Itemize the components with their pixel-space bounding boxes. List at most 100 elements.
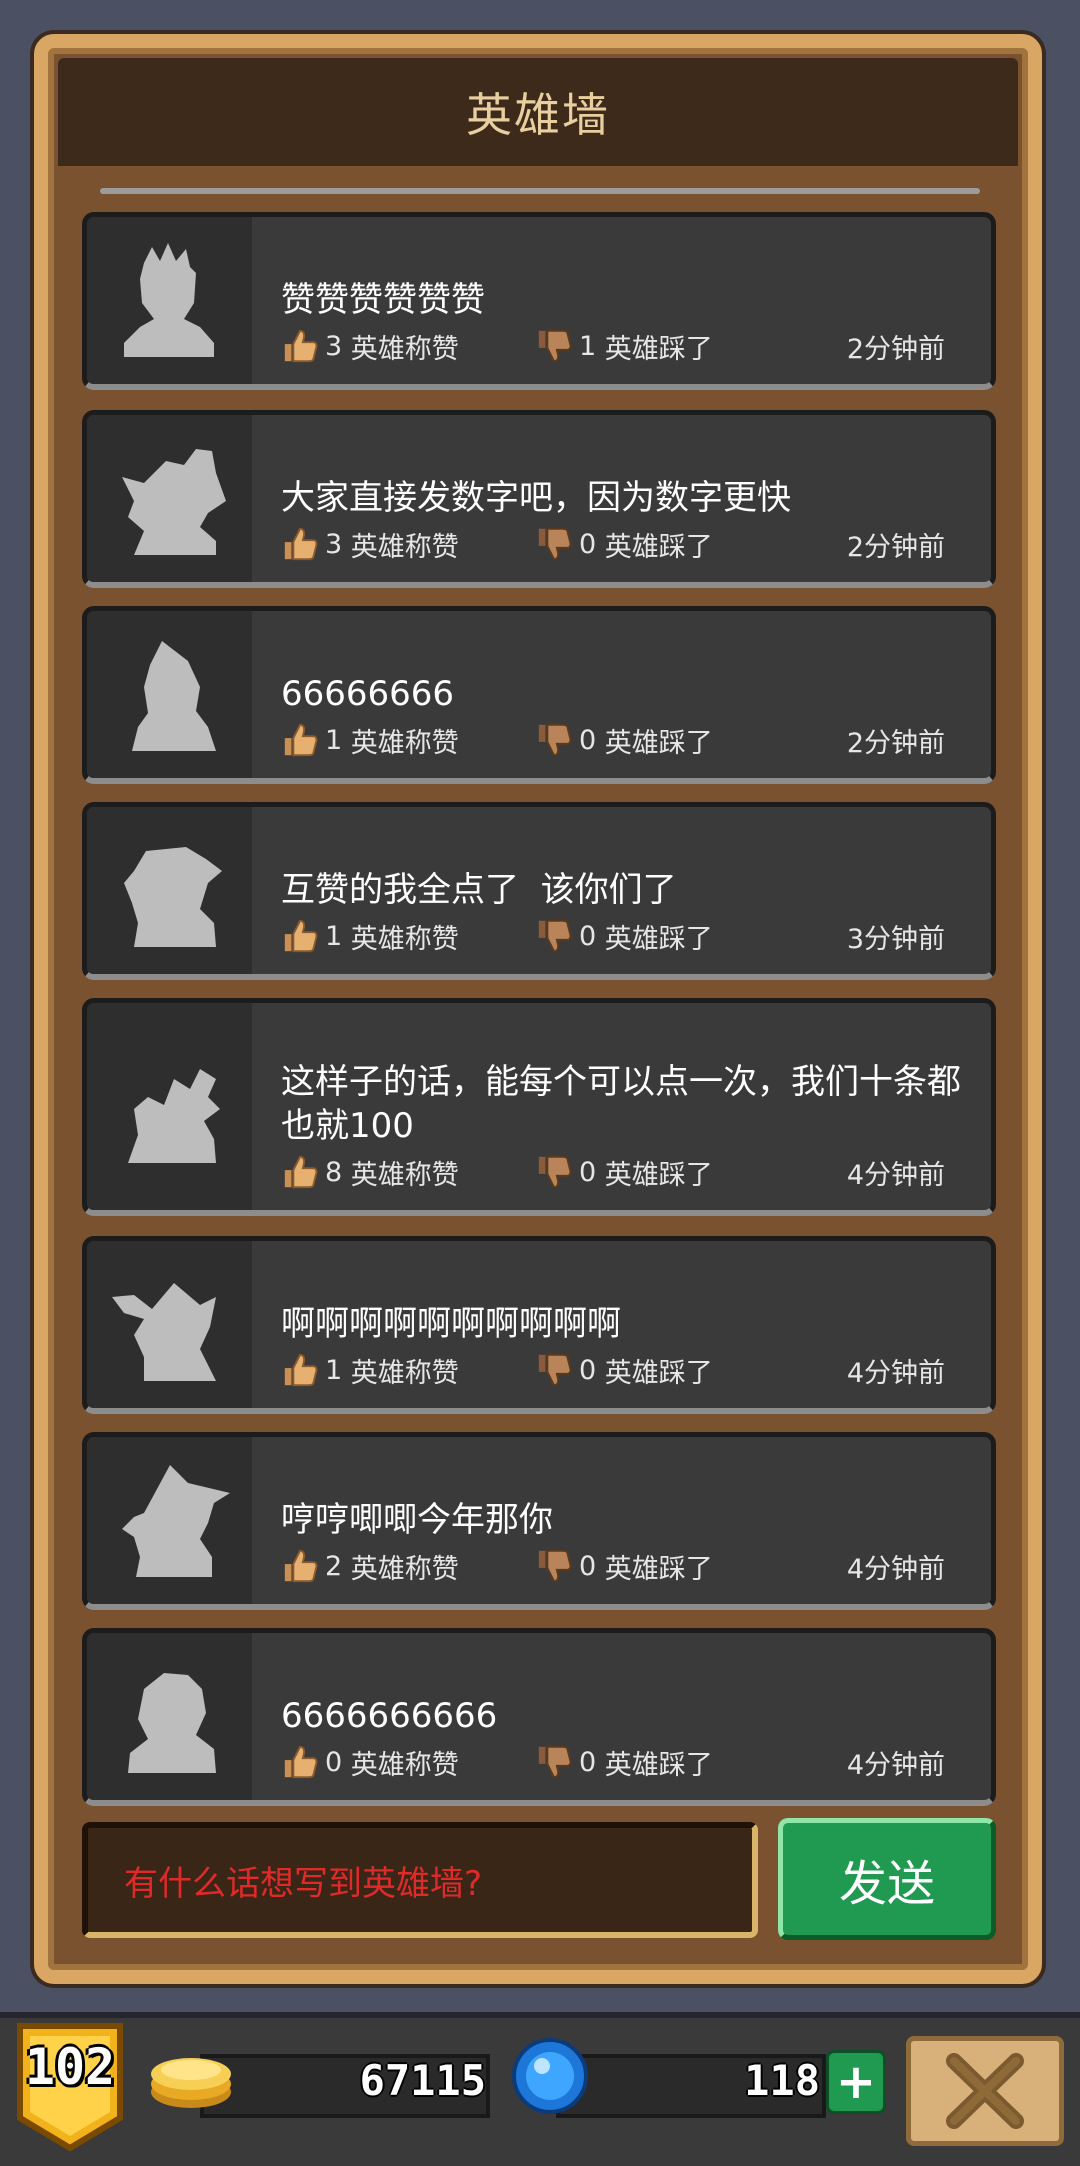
like-button[interactable]: 0 英雄称赞 bbox=[281, 1743, 535, 1782]
message-input-placeholder: 有什么话想写到英雄墙? bbox=[124, 1863, 483, 1904]
dislike-button[interactable]: 0 英雄踩了 bbox=[535, 525, 847, 564]
avatar[interactable] bbox=[87, 611, 252, 778]
avatar[interactable] bbox=[87, 1437, 252, 1604]
like-button[interactable]: 1 英雄称赞 bbox=[281, 917, 535, 956]
like-count: 0 bbox=[325, 1746, 343, 1778]
post-meta: 1 英雄称赞 0 英雄踩了 2分钟前 bbox=[281, 720, 945, 760]
avatar[interactable] bbox=[87, 1633, 252, 1800]
like-button[interactable]: 1 英雄称赞 bbox=[281, 721, 535, 760]
gold-coins-icon bbox=[151, 2058, 231, 2108]
like-button[interactable]: 1 英雄称赞 bbox=[281, 1351, 535, 1390]
dislike-button[interactable]: 0 英雄踩了 bbox=[535, 721, 847, 760]
like-count: 8 bbox=[325, 1156, 343, 1188]
post-body: 哼哼唧唧今年那你 2 英雄称赞 0 英雄踩了 4分钟前 bbox=[281, 1437, 981, 1604]
thumbs-up-icon bbox=[281, 1743, 319, 1781]
post-card[interactable]: 这样子的话，能每个可以点一次，我们十条都也就100 8 英雄称赞 0 英雄踩了 4分钟… bbox=[82, 998, 996, 1216]
dislike-button[interactable]: 1 英雄踩了 bbox=[535, 327, 847, 366]
like-label: 英雄称赞 bbox=[350, 531, 459, 563]
add-gems-button[interactable]: + bbox=[826, 2050, 886, 2114]
dislike-count: 1 bbox=[579, 330, 597, 362]
post-message: 这样子的话，能每个可以点一次，我们十条都也就100 bbox=[281, 1062, 961, 1146]
post-meta: 0 英雄称赞 0 英雄踩了 4分钟前 bbox=[281, 1742, 945, 1782]
post-time: 4分钟前 bbox=[846, 1357, 945, 1389]
like-count: 1 bbox=[325, 724, 343, 756]
dislike-button[interactable]: 0 英雄踩了 bbox=[535, 1351, 847, 1390]
dislike-label: 英雄踩了 bbox=[604, 727, 713, 759]
post-card[interactable]: 互赞的我全点了 该你们了 1 英雄称赞 0 英雄踩了 3分钟前 bbox=[82, 802, 996, 980]
post-card[interactable]: 赞赞赞赞赞赞 3 英雄称赞 1 英雄踩了 2分钟前 bbox=[82, 212, 996, 390]
post-message: 赞赞赞赞赞赞 bbox=[281, 280, 485, 320]
thumbs-up-icon bbox=[281, 1153, 319, 1191]
post-time: 4分钟前 bbox=[846, 1749, 945, 1781]
like-label: 英雄称赞 bbox=[350, 1357, 459, 1389]
gold-amount: 67115 bbox=[359, 2056, 486, 2105]
dislike-button[interactable]: 0 英雄踩了 bbox=[535, 1153, 847, 1192]
blue-gem-icon bbox=[512, 2038, 588, 2114]
dislike-count: 0 bbox=[579, 1354, 597, 1386]
send-button[interactable]: 发送 bbox=[778, 1818, 996, 1940]
dislike-label: 英雄踩了 bbox=[604, 1553, 713, 1585]
dislike-button[interactable]: 0 英雄踩了 bbox=[535, 1547, 847, 1586]
like-count: 3 bbox=[325, 330, 343, 362]
gem-amount: 118 bbox=[744, 2056, 820, 2105]
message-input[interactable]: 有什么话想写到英雄墙? bbox=[82, 1822, 758, 1938]
like-label: 英雄称赞 bbox=[350, 923, 459, 955]
post-meta: 1 英雄称赞 0 英雄踩了 4分钟前 bbox=[281, 1350, 945, 1390]
post-card[interactable]: 哼哼唧唧今年那你 2 英雄称赞 0 英雄踩了 4分钟前 bbox=[82, 1432, 996, 1610]
knight-hero-silhouette-icon bbox=[104, 1649, 236, 1785]
thumbs-up-icon bbox=[281, 917, 319, 955]
like-button[interactable]: 3 英雄称赞 bbox=[281, 525, 535, 564]
post-card[interactable]: 大家直接发数字吧，因为数字更快 3 英雄称赞 0 英雄踩了 2分钟前 bbox=[82, 410, 996, 588]
post-body: 互赞的我全点了 该你们了 1 英雄称赞 0 英雄踩了 3分钟前 bbox=[281, 807, 981, 974]
thumbs-up-icon bbox=[281, 721, 319, 759]
like-count: 1 bbox=[325, 1354, 343, 1386]
thumbs-down-icon bbox=[535, 1153, 573, 1191]
thumbs-down-icon bbox=[535, 1351, 573, 1389]
like-button[interactable]: 2 英雄称赞 bbox=[281, 1547, 535, 1586]
dislike-label: 英雄踩了 bbox=[604, 333, 713, 365]
avatar[interactable] bbox=[87, 1003, 252, 1210]
dislike-count: 0 bbox=[579, 920, 597, 952]
like-label: 英雄称赞 bbox=[350, 1159, 459, 1191]
avatar[interactable] bbox=[87, 217, 252, 384]
like-count: 1 bbox=[325, 920, 343, 952]
avatar[interactable] bbox=[87, 807, 252, 974]
like-label: 英雄称赞 bbox=[350, 1749, 459, 1781]
post-meta: 3 英雄称赞 1 英雄踩了 2分钟前 bbox=[281, 326, 945, 366]
thumbs-down-icon bbox=[535, 1743, 573, 1781]
post-card[interactable]: 啊啊啊啊啊啊啊啊啊啊 1 英雄称赞 0 英雄踩了 4分钟前 bbox=[82, 1236, 996, 1414]
dislike-count: 0 bbox=[579, 724, 597, 756]
dislike-count: 0 bbox=[579, 1746, 597, 1778]
capped-hero-silhouette-icon bbox=[104, 823, 236, 959]
level-number: 102 bbox=[24, 2038, 116, 2096]
like-label: 英雄称赞 bbox=[350, 1553, 459, 1585]
like-button[interactable]: 8 英雄称赞 bbox=[281, 1153, 535, 1192]
post-meta: 3 英雄称赞 0 英雄踩了 2分钟前 bbox=[281, 524, 945, 564]
post-body: 66666666 1 英雄称赞 0 英雄踩了 2分钟前 bbox=[281, 611, 981, 778]
dislike-label: 英雄踩了 bbox=[604, 1357, 713, 1389]
post-message: 66666666 bbox=[281, 674, 455, 714]
thumbs-down-icon bbox=[535, 917, 573, 955]
dislike-label: 英雄踩了 bbox=[604, 531, 713, 563]
witch-hat-hero-silhouette-icon bbox=[104, 1453, 236, 1589]
post-body: 大家直接发数字吧，因为数字更快 3 英雄称赞 0 英雄踩了 2分钟前 bbox=[281, 415, 981, 582]
close-button[interactable] bbox=[906, 2036, 1064, 2146]
post-time: 4分钟前 bbox=[846, 1159, 945, 1191]
dislike-button[interactable]: 0 英雄踩了 bbox=[535, 1743, 847, 1782]
post-message: 哼哼唧唧今年那你 bbox=[281, 1500, 553, 1540]
post-meta: 2 英雄称赞 0 英雄踩了 4分钟前 bbox=[281, 1546, 945, 1586]
post-card[interactable]: 66666666 1 英雄称赞 0 英雄踩了 2分钟前 bbox=[82, 606, 996, 784]
like-count: 3 bbox=[325, 528, 343, 560]
avatar[interactable] bbox=[87, 415, 252, 582]
thumbs-down-icon bbox=[535, 525, 573, 563]
dislike-button[interactable]: 0 英雄踩了 bbox=[535, 917, 847, 956]
thumbs-up-icon bbox=[281, 1351, 319, 1389]
thumbs-up-icon bbox=[281, 1547, 319, 1585]
dislike-count: 0 bbox=[579, 1156, 597, 1188]
like-button[interactable]: 3 英雄称赞 bbox=[281, 327, 535, 366]
dislike-label: 英雄踩了 bbox=[604, 1749, 713, 1781]
avatar[interactable] bbox=[87, 1241, 252, 1408]
post-message: 啊啊啊啊啊啊啊啊啊啊 bbox=[281, 1304, 621, 1344]
thumbs-up-icon bbox=[281, 525, 319, 563]
post-card[interactable]: 6666666666 0 英雄称赞 0 英雄踩了 4分钟前 bbox=[82, 1628, 996, 1806]
